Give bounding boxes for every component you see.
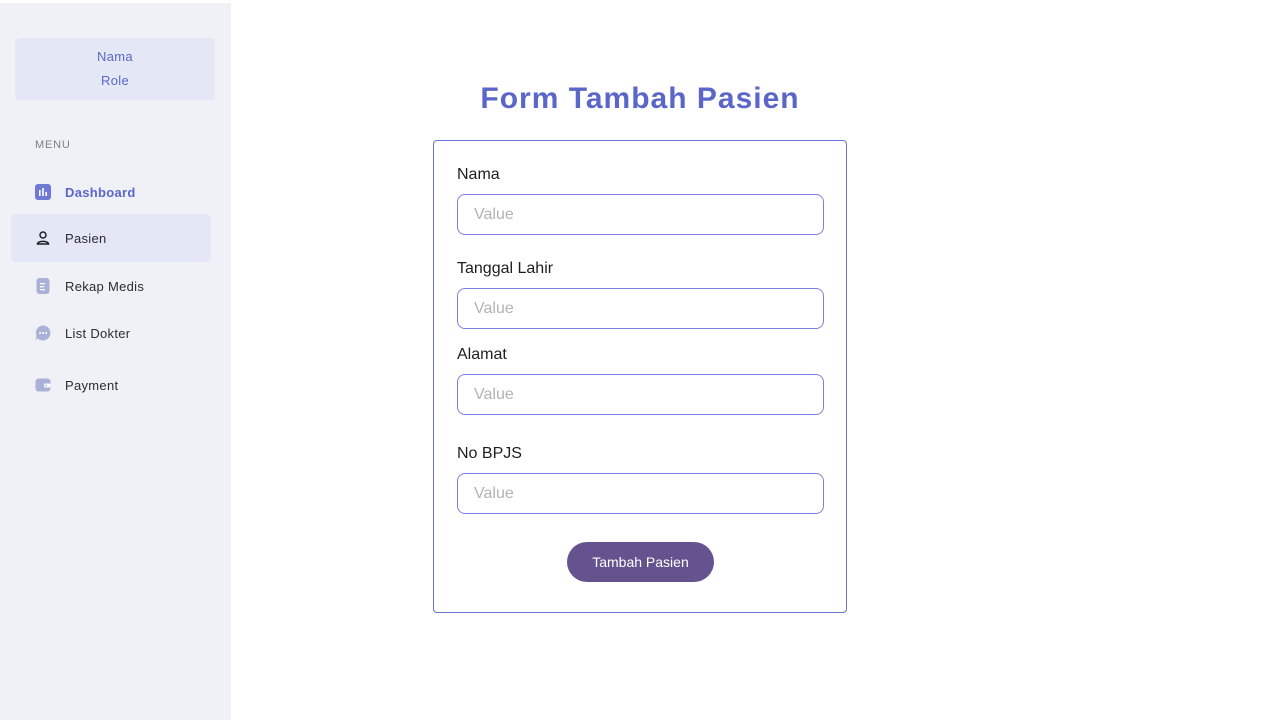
nama-label: Nama: [457, 166, 500, 183]
profile-name: Nama: [97, 49, 133, 64]
sidebar: Nama Role MENU Dashboard Pasien Rekap Me…: [0, 3, 231, 720]
document-icon: [35, 278, 51, 294]
sidebar-item-rekap-medis[interactable]: Rekap Medis: [11, 262, 211, 310]
sidebar-item-label: List Dokter: [65, 325, 131, 341]
sidebar-item-label: Rekap Medis: [65, 278, 145, 294]
tanggal-lahir-label: Tanggal Lahir: [457, 260, 554, 277]
tambah-pasien-button[interactable]: Tambah Pasien: [567, 542, 714, 582]
sidebar-item-pasien[interactable]: Pasien: [11, 214, 211, 262]
add-patient-form: Nama Tanggal Lahir Alamat No BPJS Tambah…: [433, 140, 847, 613]
sidebar-item-list-dokter[interactable]: List Dokter: [11, 309, 211, 357]
menu-heading: MENU: [35, 139, 71, 151]
bar-chart-icon: [35, 184, 51, 200]
chat-icon: [35, 325, 51, 341]
no-bpjs-input[interactable]: [457, 473, 824, 514]
sidebar-item-label: Pasien: [65, 230, 107, 246]
wallet-icon: [35, 377, 51, 393]
page-title: Form Tambah Pasien: [480, 82, 800, 115]
user-icon: [35, 230, 51, 246]
alamat-input[interactable]: [457, 374, 824, 415]
page: Nama Role MENU Dashboard Pasien Rekap Me…: [0, 0, 1280, 720]
sidebar-item-label: Dashboard: [65, 184, 136, 200]
nama-input[interactable]: [457, 194, 824, 235]
tanggal-lahir-input[interactable]: [457, 288, 824, 329]
alamat-label: Alamat: [457, 346, 507, 363]
sidebar-item-dashboard[interactable]: Dashboard: [11, 168, 211, 216]
sidebar-item-label: Payment: [65, 377, 119, 393]
profile-role: Role: [101, 73, 129, 88]
no-bpjs-label: No BPJS: [457, 445, 522, 462]
profile-card: Nama Role: [15, 38, 215, 100]
sidebar-item-payment[interactable]: Payment: [11, 361, 211, 409]
